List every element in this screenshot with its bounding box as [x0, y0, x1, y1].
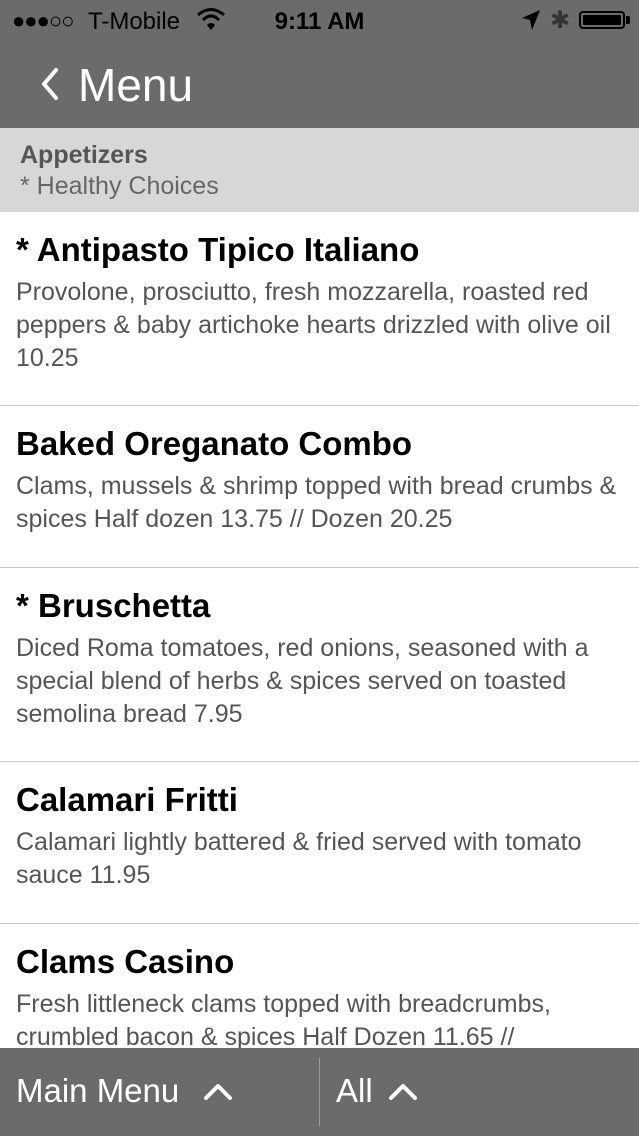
menu-item[interactable]: * Antipasto Tipico Italiano Provolone, p… [0, 212, 639, 406]
menu-item[interactable]: Clams Casino Fresh littleneck clams topp… [0, 924, 639, 1048]
bluetooth-icon: ✱ [550, 7, 571, 34]
nav-title: Menu [78, 59, 194, 111]
battery-tip [626, 16, 630, 24]
menu-item-description: Diced Roma tomatoes, red onions, seasone… [16, 634, 589, 728]
menu-item-name: * Bruschetta [16, 587, 211, 624]
back-chevron-icon[interactable] [36, 64, 64, 104]
status-time: 9:11 AM [274, 8, 365, 35]
menu-item-description: Clams, mussels & shrimp topped with brea… [16, 472, 617, 533]
menu-item-name: * Antipasto Tipico Italiano [16, 231, 420, 268]
menu-item[interactable]: Baked Oreganato Combo Clams, mussels & s… [0, 406, 639, 568]
menu-item-description: Fresh littleneck clams topped with bread… [16, 990, 551, 1048]
bottom-toolbar: Main Menu All [0, 1048, 639, 1136]
location-arrow-icon [520, 8, 542, 37]
section-title: Appetizers [20, 141, 148, 169]
menu-item-list[interactable]: * Antipasto Tipico Italiano Provolone, p… [0, 212, 639, 1048]
menu-item-description: Calamari lightly battered & fried served… [16, 828, 582, 889]
menu-item-name: Clams Casino [16, 943, 235, 980]
all-filter-button[interactable]: All [336, 1072, 373, 1110]
navigation-bar: Menu [0, 42, 639, 128]
chevron-up-icon[interactable] [202, 1080, 234, 1107]
menu-item[interactable]: * Bruschetta Diced Roma tomatoes, red on… [0, 568, 639, 762]
toolbar-divider [319, 1058, 320, 1126]
section-subtitle: * Healthy Choices [20, 172, 219, 200]
section-header: Appetizers * Healthy Choices [0, 128, 639, 212]
menu-item-name: Baked Oreganato Combo [16, 425, 413, 462]
menu-item[interactable]: Calamari Fritti Calamari lightly battere… [0, 762, 639, 924]
main-menu-button[interactable]: Main Menu [16, 1072, 179, 1110]
status-bar: ●●●○○ T-Mobile 9:11 AM ✱ [0, 0, 639, 42]
chevron-up-icon[interactable] [387, 1080, 419, 1107]
menu-item-description: Provolone, prosciutto, fresh mozzarella,… [16, 278, 611, 372]
battery-icon [579, 11, 625, 29]
menu-item-name: Calamari Fritti [16, 781, 238, 818]
